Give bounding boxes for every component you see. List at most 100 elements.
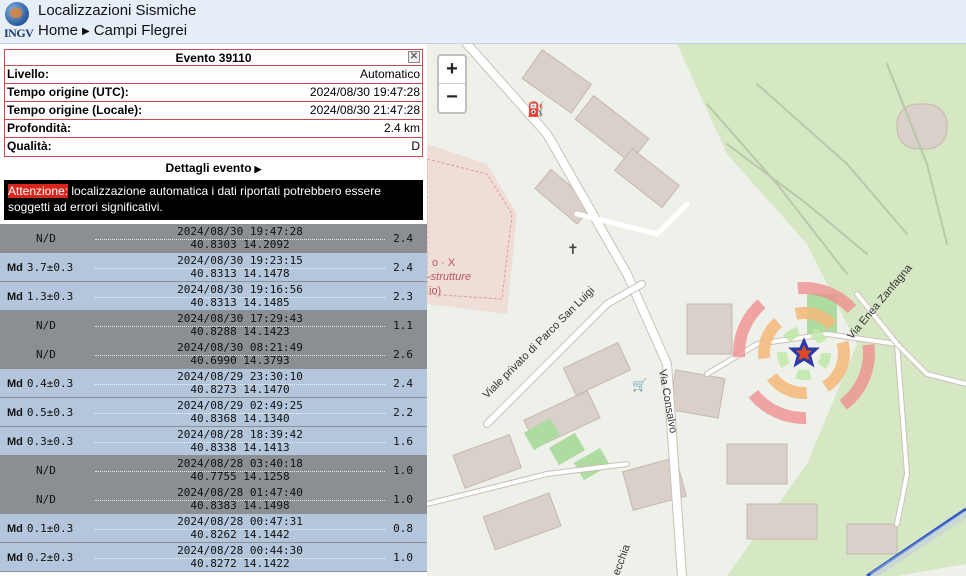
event-magnitude: Md 0.1±0.3 xyxy=(7,522,73,535)
event-depth: 2.6 xyxy=(393,348,413,361)
event-time-location: 2024/08/30 19:16:56 40.8313 14.1485 xyxy=(160,283,320,309)
event-datetime: 2024/08/30 19:47:28 xyxy=(177,225,303,238)
event-depth: 2.4 xyxy=(393,232,413,245)
magnitude-value: 0.2±0.3 xyxy=(26,551,74,564)
event-time-location: 2024/08/30 08:21:49 40.6990 14.3793 xyxy=(160,341,320,367)
event-depth: 1.0 xyxy=(393,464,413,477)
event-row[interactable]: Md 3.7±0.3 2024/08/30 19:23:15 40.8313 14.1… xyxy=(0,253,427,282)
event-datetime: 2024/08/30 08:21:49 xyxy=(177,341,303,354)
event-row[interactable]: Md 0.3±0.3 2024/08/28 18:39:42 40.8338 14.1… xyxy=(0,427,427,456)
event-marker xyxy=(733,282,875,424)
fuel-icon: ⛽ xyxy=(527,101,544,118)
event-coordinates: 40.8288 14.1423 xyxy=(190,325,290,338)
event-details-link[interactable]: Dettagli evento ▶ xyxy=(0,157,427,179)
cross-icon: ✝ xyxy=(567,241,579,257)
event-depth: 1.0 xyxy=(393,551,413,564)
event-datetime: 2024/08/30 19:23:15 xyxy=(177,254,303,267)
event-row[interactable]: N/D 2024/08/28 01:47:40 40.8383 14.1498 1.0 xyxy=(0,485,427,514)
event-coordinates: 40.8303 14.2092 xyxy=(190,238,290,251)
magnitude-value: 3.7±0.3 xyxy=(26,261,74,274)
magnitude-type: Md xyxy=(7,552,23,564)
breadcrumb-home[interactable]: Home xyxy=(38,22,78,39)
event-magnitude: Md 3.7±0.3 xyxy=(7,261,73,274)
street-label: ecchia xyxy=(611,542,633,576)
zoom-control: + − xyxy=(437,54,467,114)
field-label: Qualità: xyxy=(7,139,52,153)
event-row[interactable]: Md 0.1±0.3 2024/08/28 00:47:31 40.8262 14.1… xyxy=(0,514,427,543)
street-label: io) xyxy=(429,285,441,297)
event-time-location: 2024/08/28 18:39:42 40.8338 14.1413 xyxy=(160,428,320,454)
event-magnitude: Md 0.3±0.3 xyxy=(7,435,73,448)
event-datetime: 2024/08/28 00:44:30 xyxy=(177,544,303,557)
field-value: 2024/08/30 19:47:28 xyxy=(309,85,420,99)
magnitude-type: Md xyxy=(7,436,23,448)
event-magnitude: Md 0.2±0.3 xyxy=(7,551,73,564)
event-datetime: 2024/08/29 23:30:10 xyxy=(177,370,303,383)
event-depth: 2.4 xyxy=(393,261,413,274)
event-coordinates: 40.8368 14.1340 xyxy=(190,412,290,425)
zoom-out-button[interactable]: − xyxy=(439,84,465,112)
events-panel: Evento 39110 ✕ Livello: Automatico Tempo … xyxy=(0,44,427,576)
event-magnitude: Md 1.3±0.3 xyxy=(7,290,73,303)
magnitude-type: Md xyxy=(7,523,23,535)
event-field-origin-utc: Tempo origine (UTC): 2024/08/30 19:47:28 xyxy=(5,84,422,102)
event-row[interactable]: Md 0.2±0.3 2024/08/28 00:44:30 40.8272 14.1… xyxy=(0,543,427,572)
event-magnitude: N/D xyxy=(36,232,56,245)
magnitude-type: Md xyxy=(7,262,23,274)
event-row[interactable]: Md 0.5±0.3 2024/08/29 02:49:25 40.8368 14.1… xyxy=(0,398,427,427)
breadcrumb: Home ▶ Campi Flegrei xyxy=(38,22,187,39)
magnitude-value: 0.3±0.3 xyxy=(26,435,74,448)
event-time-location: 2024/08/28 03:40:18 40.7755 14.1258 xyxy=(160,457,320,483)
breadcrumb-campi-flegrei[interactable]: Campi Flegrei xyxy=(94,22,187,39)
event-depth: 1.0 xyxy=(393,493,413,506)
event-row[interactable]: Md 0.4±0.3 2024/08/29 23:30:10 40.8273 14.1… xyxy=(0,369,427,398)
field-value: 2.4 km xyxy=(383,121,420,135)
event-coordinates: 40.6990 14.3793 xyxy=(190,354,290,367)
event-coordinates: 40.7755 14.1258 xyxy=(190,470,290,483)
event-field-origin-local: Tempo origine (Locale): 2024/08/30 21:47:… xyxy=(5,102,422,120)
event-field-depth: Profondità: 2.4 km xyxy=(5,120,422,138)
event-time-location: 2024/08/30 19:47:28 40.8303 14.2092 xyxy=(160,225,320,251)
close-icon[interactable]: ✕ xyxy=(408,51,420,63)
event-coordinates: 40.8383 14.1498 xyxy=(190,499,290,512)
event-row[interactable]: Md 1.3±0.3 2024/08/30 19:16:56 40.8313 14.1… xyxy=(0,282,427,311)
event-row[interactable]: N/D 2024/08/30 17:29:43 40.8288 14.1423 1.1 xyxy=(0,311,427,340)
warning-tag: Attenzione: xyxy=(8,184,69,198)
event-depth: 1.1 xyxy=(393,319,413,332)
field-value: 2024/08/30 21:47:28 xyxy=(309,103,420,117)
event-time-location: 2024/08/29 23:30:10 40.8273 14.1470 xyxy=(160,370,320,396)
event-magnitude: N/D xyxy=(36,493,56,506)
street-label: -strutture xyxy=(427,271,471,283)
event-coordinates: 40.8313 14.1478 xyxy=(190,267,290,280)
event-field-quality: Qualità: D xyxy=(5,138,422,156)
map-canvas: Viale privato di Parco San Luigi Via Con… xyxy=(427,44,966,576)
event-depth: 2.3 xyxy=(393,290,413,303)
magnitude-value: 0.4±0.3 xyxy=(26,377,74,390)
event-row[interactable]: N/D 2024/08/28 03:40:18 40.7755 14.1258 1.0 xyxy=(0,456,427,485)
event-time-location: 2024/08/28 01:47:40 40.8383 14.1498 xyxy=(160,486,320,512)
chevron-right-icon: ▶ xyxy=(254,164,262,174)
event-coordinates: 40.8313 14.1485 xyxy=(190,296,290,309)
globe-icon xyxy=(5,2,29,26)
event-row[interactable]: N/D 2024/08/30 19:47:28 40.8303 14.2092 2.4 xyxy=(0,224,427,253)
event-coordinates: 40.8273 14.1470 xyxy=(190,383,290,396)
event-datetime: 2024/08/28 01:47:40 xyxy=(177,486,303,499)
event-coordinates: 40.8338 14.1413 xyxy=(190,441,290,454)
event-depth: 1.6 xyxy=(393,435,413,448)
event-datetime: 2024/08/28 00:47:31 xyxy=(177,515,303,528)
event-row[interactable]: N/D 2024/08/30 08:21:49 40.6990 14.3793 2.6 xyxy=(0,340,427,369)
event-time-location: 2024/08/30 17:29:43 40.8288 14.1423 xyxy=(160,312,320,338)
zoom-in-button[interactable]: + xyxy=(439,56,465,84)
magnitude-value: 0.1±0.3 xyxy=(26,522,74,535)
field-value: Automatico xyxy=(359,67,420,81)
event-card: Evento 39110 ✕ Livello: Automatico Tempo … xyxy=(4,49,423,157)
field-label: Livello: xyxy=(7,67,50,81)
event-time-location: 2024/08/30 19:23:15 40.8313 14.1478 xyxy=(160,254,320,280)
event-depth: 0.8 xyxy=(393,522,413,535)
ingv-logo[interactable]: INGV xyxy=(4,2,34,42)
street-label: o · X xyxy=(432,257,456,269)
map-view[interactable]: Viale privato di Parco San Luigi Via Con… xyxy=(427,44,966,576)
magnitude-type: Md xyxy=(7,407,23,419)
magnitude-type: Md xyxy=(7,291,23,303)
breadcrumb-separator-icon: ▶ xyxy=(82,26,90,37)
